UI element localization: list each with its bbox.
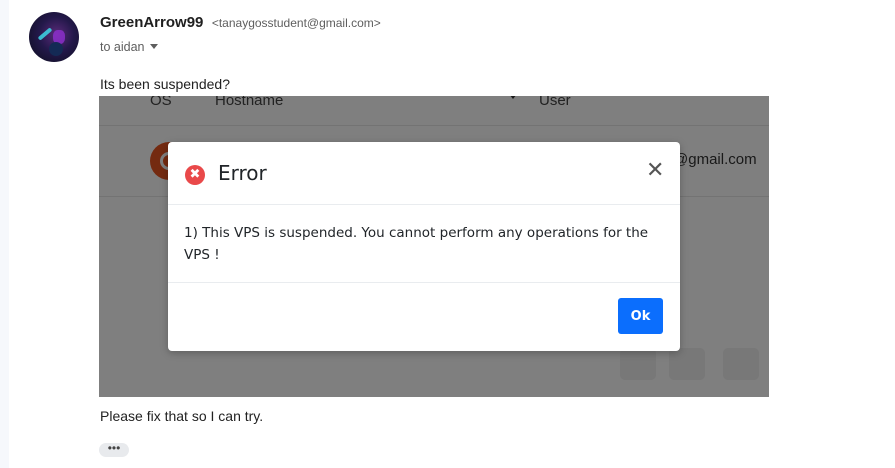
avatar[interactable] xyxy=(29,12,79,62)
dialog-message: 1) This VPS is suspended. You cannot per… xyxy=(184,225,649,263)
message-body-line: Please fix that so I can try. xyxy=(100,408,264,424)
dialog-title: Error xyxy=(218,161,267,185)
left-gutter xyxy=(0,0,9,468)
show-trimmed-content-button[interactable]: ••• xyxy=(99,442,129,457)
ok-button[interactable]: Ok xyxy=(618,298,663,334)
error-dialog: ✖ Error ✕ 1) This VPS is suspended. You … xyxy=(168,142,680,351)
recipient-label: to aidan xyxy=(100,40,145,54)
dialog-header: ✖ Error ✕ xyxy=(168,142,680,205)
chevron-down-icon[interactable] xyxy=(150,44,159,49)
recipient-details-toggle[interactable]: to aidan xyxy=(100,40,159,54)
avatar-detail xyxy=(37,27,53,41)
sender-line: GreenArrow99 <tanaygosstudent@gmail.com> xyxy=(100,14,381,34)
error-circle-icon: ✖ xyxy=(185,165,205,185)
sender-email: <tanaygosstudent@gmail.com> xyxy=(211,16,381,30)
message-body-line: Its been suspended? xyxy=(100,76,230,92)
sender-name[interactable]: GreenArrow99 xyxy=(100,14,203,31)
close-icon[interactable]: ✕ xyxy=(646,160,664,182)
avatar-detail xyxy=(49,42,63,56)
dialog-footer xyxy=(168,282,680,351)
